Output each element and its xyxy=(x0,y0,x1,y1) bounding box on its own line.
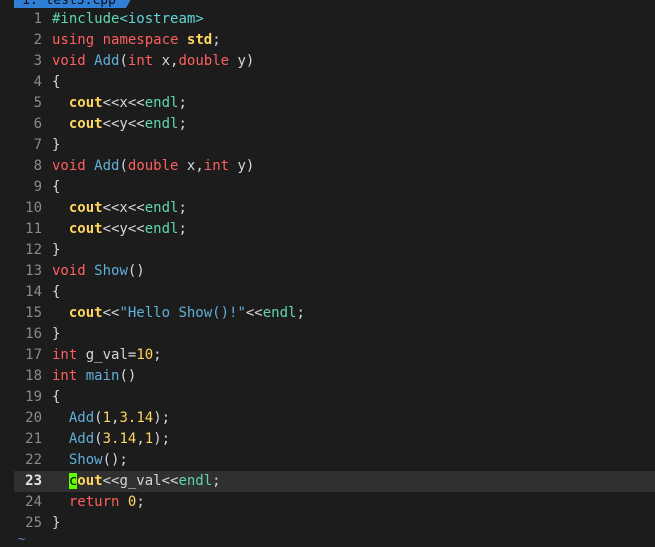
line-number: 13 xyxy=(25,263,42,279)
code-line[interactable]: 20 Add(1,3.14); xyxy=(14,408,655,429)
line-number: 3 xyxy=(33,53,42,69)
line-number: 22 xyxy=(25,452,42,468)
left-border xyxy=(0,8,14,543)
code-line[interactable]: 15 cout<<"Hello Show()!"<<endl; xyxy=(14,303,655,324)
code-line[interactable]: 18 int main() xyxy=(14,366,655,387)
empty-buffer-marker: ~ xyxy=(18,532,26,546)
code-line[interactable]: 2 using namespace std; xyxy=(14,30,655,51)
code-line[interactable]: 5 cout<<x<<endl; xyxy=(14,93,655,114)
line-number: 24 xyxy=(25,494,42,510)
code-editor[interactable]: 1 #include<iostream> 2 using namespace std… xyxy=(14,9,655,534)
code-line[interactable]: 19{ xyxy=(14,387,655,408)
line-number: 6 xyxy=(33,116,42,132)
code-line[interactable]: 4{ xyxy=(14,72,655,93)
line-number: 19 xyxy=(25,389,42,405)
line-number: 5 xyxy=(33,95,42,111)
code-line[interactable]: 16} xyxy=(14,324,655,345)
code-line[interactable]: 12} xyxy=(14,240,655,261)
code-line[interactable]: 17 int g_val=10; xyxy=(14,345,655,366)
line-number: 1 xyxy=(33,11,42,27)
code-line[interactable]: 6 cout<<y<<endl; xyxy=(14,114,655,135)
tab-test3-cpp[interactable]: 1: test3.cpp xyxy=(14,0,134,8)
line-number: 18 xyxy=(25,368,42,384)
line-number: 4 xyxy=(33,74,42,90)
line-number: 2 xyxy=(33,32,42,48)
code-line[interactable]: 11 cout<<y<<endl; xyxy=(14,219,655,240)
line-number: 21 xyxy=(25,431,42,447)
line-number: 23 xyxy=(25,473,42,489)
line-number: 8 xyxy=(33,158,42,174)
line-number: 10 xyxy=(25,200,42,216)
line-number: 25 xyxy=(25,515,42,531)
code-line[interactable]: 9{ xyxy=(14,177,655,198)
code-line[interactable]: 8 void Add(double x,int y) xyxy=(14,156,655,177)
code-line[interactable]: 14{ xyxy=(14,282,655,303)
code-line[interactable]: 7} xyxy=(14,135,655,156)
line-number: 15 xyxy=(25,305,42,321)
code-line[interactable]: 1 #include<iostream> xyxy=(14,9,655,30)
line-number: 20 xyxy=(25,410,42,426)
code-line[interactable]: 13 void Show() xyxy=(14,261,655,282)
code-line[interactable]: 10 cout<<x<<endl; xyxy=(14,198,655,219)
code-line[interactable]: 3 void Add(int x,double y) xyxy=(14,51,655,72)
code-line[interactable]: 22 Show(); xyxy=(14,450,655,471)
line-number: 17 xyxy=(25,347,42,363)
line-number: 14 xyxy=(25,284,42,300)
code-line[interactable]: 24 return 0; xyxy=(14,492,655,513)
code-line[interactable]: 25} xyxy=(14,513,655,534)
line-number: 12 xyxy=(25,242,42,258)
code-line[interactable]: 21 Add(3.14,1); xyxy=(14,429,655,450)
line-number: 16 xyxy=(25,326,42,342)
line-number: 9 xyxy=(33,179,42,195)
code-line-current[interactable]: 23 cout<<g_val<<endl; xyxy=(14,471,655,492)
line-number: 11 xyxy=(25,221,42,237)
tab-bar: 1: test3.cpp xyxy=(0,0,655,8)
line-number: 7 xyxy=(33,137,42,153)
